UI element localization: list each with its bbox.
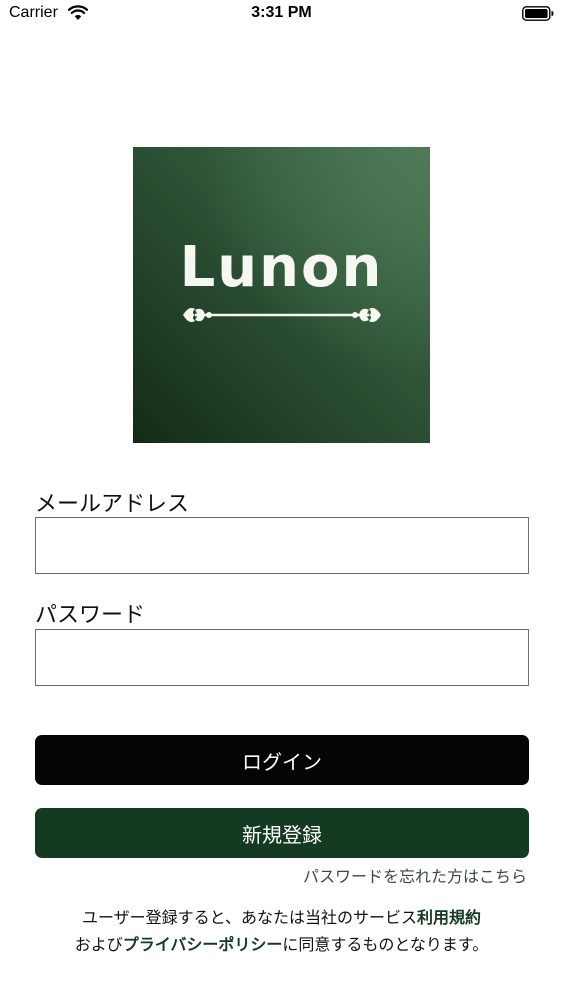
terms-line1-text: ユーザー登録すると、あなたは当社のサービス bbox=[81, 908, 418, 927]
battery-icon bbox=[522, 6, 554, 21]
email-field[interactable] bbox=[35, 517, 529, 574]
password-label: パスワード bbox=[35, 603, 146, 628]
register-button[interactable]: 新規登録 bbox=[35, 808, 529, 858]
terms-line2-suffix: に同意するものとなります。 bbox=[282, 935, 489, 954]
terms-notice: ユーザー登録すると、あなたは当社のサービス利用規約 およびプライバシーポリシーに… bbox=[0, 904, 563, 958]
privacy-policy-link[interactable]: プライバシーポリシー bbox=[123, 935, 283, 954]
terms-of-service-link[interactable]: 利用規約 bbox=[417, 908, 481, 927]
ornament-arrow-icon bbox=[183, 307, 381, 323]
email-label: メールアドレス bbox=[35, 492, 190, 517]
status-bar: Carrier 3:31 PM bbox=[0, 0, 563, 30]
logo-wordmark: Lunon bbox=[179, 235, 384, 300]
forgot-password-link[interactable]: パスワードを忘れた方はこちら bbox=[303, 863, 527, 887]
status-time: 3:31 PM bbox=[251, 4, 312, 21]
password-field[interactable] bbox=[35, 629, 529, 686]
app-logo: Lunon bbox=[133, 147, 430, 443]
terms-line2-prefix: および bbox=[74, 935, 123, 954]
login-button[interactable]: ログイン bbox=[35, 735, 529, 785]
